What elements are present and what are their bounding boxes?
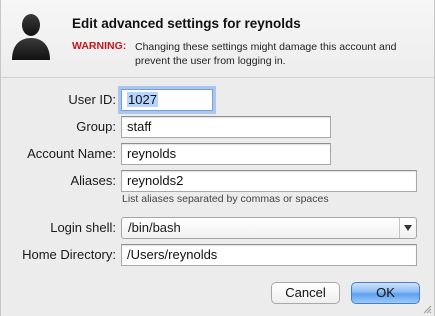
user-id-value: 1027 [127, 92, 158, 107]
aliases-field[interactable]: reynolds2 [121, 170, 417, 192]
account-name-field[interactable]: reynolds [121, 143, 331, 165]
group-field[interactable]: staff [121, 116, 331, 138]
dialog-title: Edit advanced settings for reynolds [72, 16, 301, 31]
login-shell-value: /bin/bash [128, 220, 181, 235]
resize-grip-icon[interactable] [422, 304, 432, 314]
login-shell-label: Login shell: [50, 220, 116, 235]
warning-text: Changing these settings might damage thi… [135, 41, 397, 67]
home-directory-field[interactable]: /Users/reynolds [121, 244, 417, 266]
aliases-hint: List aliases separated by commas or spac… [122, 193, 329, 205]
group-label: Group: [76, 119, 116, 134]
chevron-down-icon[interactable] [399, 218, 416, 238]
advanced-settings-dialog: Edit advanced settings for reynolds WARN… [0, 0, 435, 316]
login-shell-combobox[interactable]: /bin/bash [121, 217, 417, 239]
account-name-label: Account Name: [27, 146, 116, 161]
warning-label: WARNING: [72, 40, 127, 52]
dialog-header: Edit advanced settings for reynolds WARN… [1, 0, 434, 78]
home-directory-label: Home Directory: [22, 247, 116, 262]
ok-button[interactable]: OK [351, 282, 420, 304]
cancel-button[interactable]: Cancel [271, 282, 340, 304]
user-id-label: User ID: [68, 92, 116, 107]
user-silhouette-icon [12, 14, 50, 60]
user-id-field[interactable]: 1027 [121, 89, 213, 111]
aliases-label: Aliases: [70, 173, 116, 188]
